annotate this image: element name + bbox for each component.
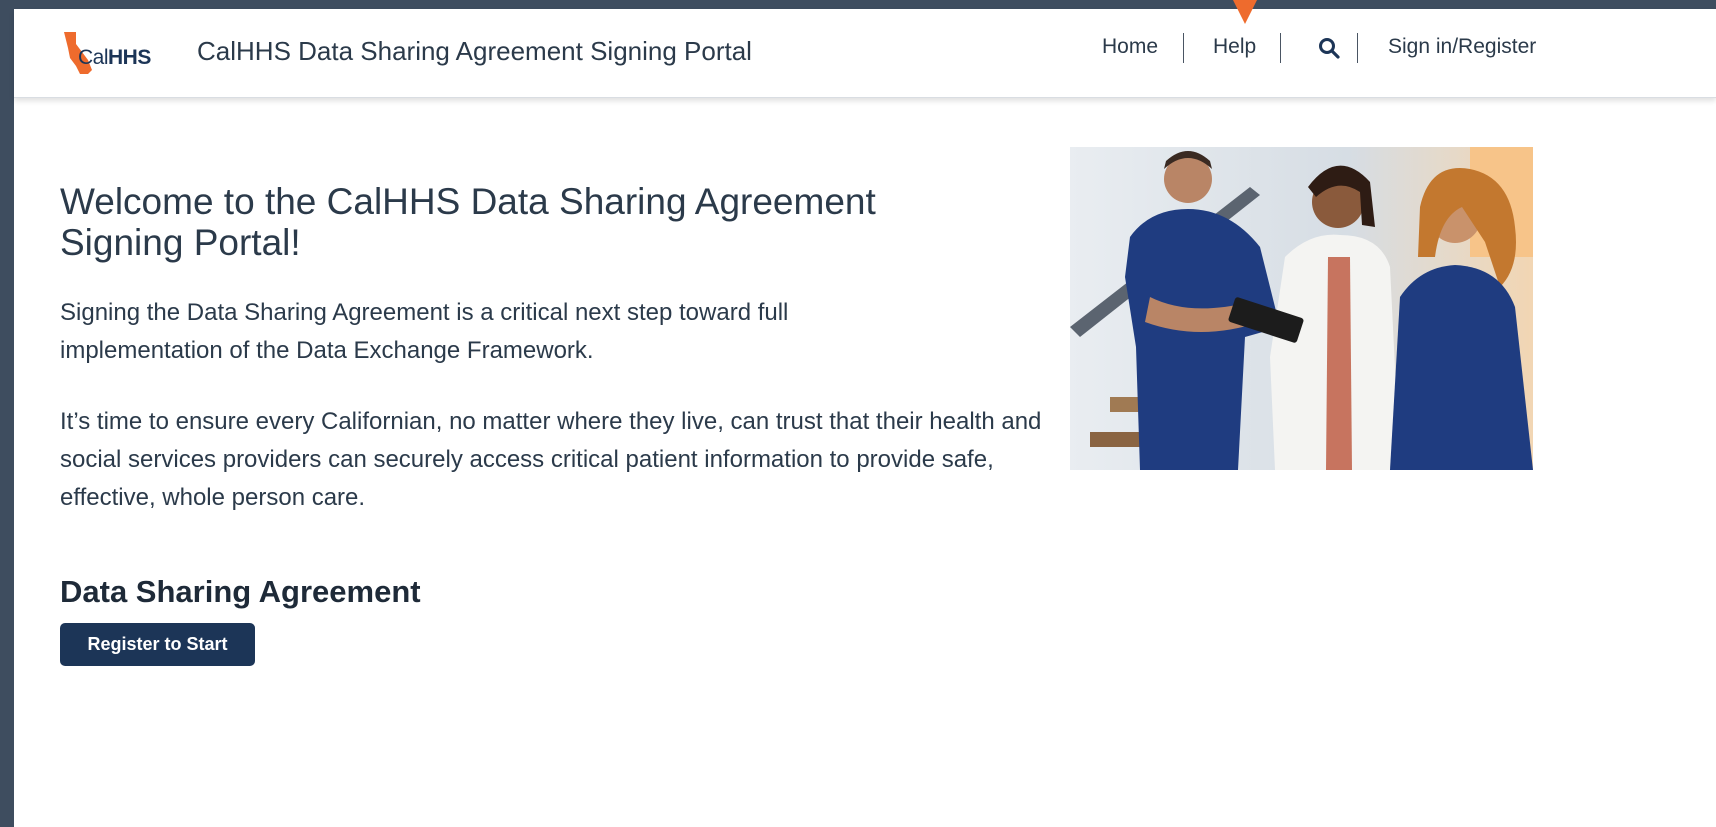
pointer-arrow-icon [1233,0,1257,24]
search-icon[interactable] [1318,37,1340,64]
nav-divider [1357,33,1358,63]
site-title: CalHHS Data Sharing Agreement Signing Po… [197,36,752,66]
mission-paragraph: It’s time to ensure every Californian, n… [60,408,1042,511]
logo-text-hhs: HHS [108,46,151,69]
hero-image [1070,147,1533,470]
site-header: CalHHS CalHHS Data Sharing Agreement Sig… [14,0,1716,98]
intro-paragraph: Signing the Data Sharing Agreement is a … [60,299,789,364]
nav-divider [1280,33,1281,63]
nav-help-link[interactable]: Help [1213,35,1256,59]
welcome-title: Welcome to the CalHHS Data Sharing Agree… [60,181,876,263]
nav-home-link[interactable]: Home [1102,35,1158,59]
calhhs-logo[interactable]: CalHHS [62,30,182,78]
logo-text-cal: Cal [78,46,109,69]
logo-text: CalHHS [78,46,151,70]
nav-divider [1183,33,1184,63]
section-heading: Data Sharing Agreement [60,574,421,609]
register-to-start-button[interactable]: Register to Start [60,623,255,666]
page-frame: CalHHS CalHHS Data Sharing Agreement Sig… [14,0,1716,827]
nav-signin-register-link[interactable]: Sign in/Register [1388,35,1536,59]
